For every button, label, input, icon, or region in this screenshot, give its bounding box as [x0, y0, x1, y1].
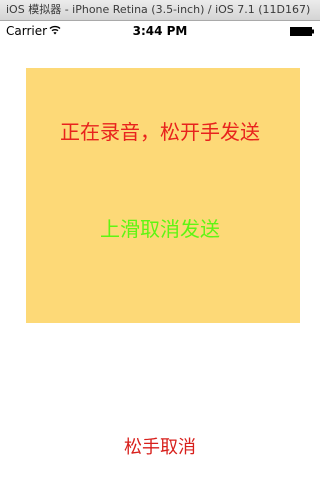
status-time: 3:44 PM [132, 24, 188, 38]
simulator-window: iOS 模拟器 - iPhone Retina (3.5-inch) / iOS… [0, 0, 320, 502]
window-titlebar[interactable]: iOS 模拟器 - iPhone Retina (3.5-inch) / iOS… [0, 0, 320, 21]
battery-icon [290, 27, 314, 36]
window-title: iOS 模拟器 - iPhone Retina (3.5-inch) / iOS… [6, 3, 311, 16]
release-to-cancel-label[interactable]: 松手取消 [0, 435, 320, 461]
slide-up-cancel-hint: 上滑取消发送 [100, 217, 220, 241]
ios-status-bar: Carrier 3:44 PM [0, 21, 320, 41]
recording-panel[interactable] [26, 68, 300, 323]
recording-status-text: 正在录音，松开手发送 [60, 120, 260, 144]
